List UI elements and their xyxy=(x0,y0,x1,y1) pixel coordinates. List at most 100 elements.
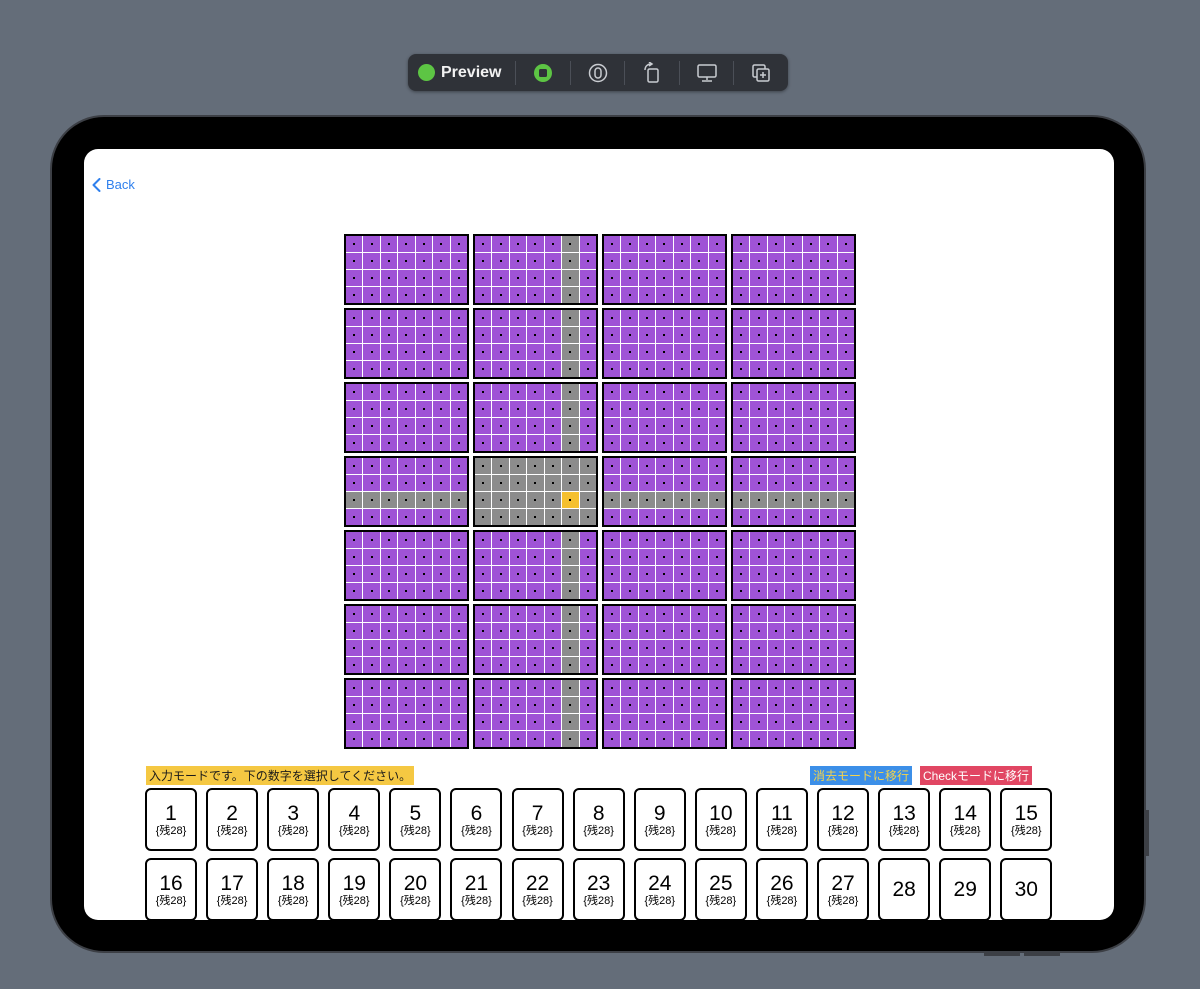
board-cell-related[interactable] xyxy=(785,492,802,508)
board-cell[interactable] xyxy=(837,549,854,565)
board-cell[interactable] xyxy=(708,657,725,673)
board-cell[interactable] xyxy=(673,566,691,582)
board-cell-related[interactable] xyxy=(527,492,544,508)
board-cell[interactable] xyxy=(346,270,363,286)
board-cell[interactable] xyxy=(673,310,691,326)
board-cell[interactable] xyxy=(380,270,398,286)
selectable-mode-button[interactable] xyxy=(571,54,625,91)
board-cell[interactable] xyxy=(380,344,398,360)
board-cell[interactable] xyxy=(380,458,398,474)
board-cell[interactable] xyxy=(785,327,802,343)
board-cell-related[interactable] xyxy=(562,509,579,525)
board-cell[interactable] xyxy=(767,361,785,377)
board-cell[interactable] xyxy=(450,401,467,417)
board-cell[interactable] xyxy=(527,236,544,252)
board-cell[interactable] xyxy=(492,731,509,747)
board-cell[interactable] xyxy=(604,270,621,286)
board-cell[interactable] xyxy=(733,583,750,599)
board-cell[interactable] xyxy=(346,475,363,491)
board-cell[interactable] xyxy=(450,418,467,434)
board-cell[interactable] xyxy=(802,458,820,474)
board-cell[interactable] xyxy=(492,361,509,377)
board-cell[interactable] xyxy=(733,731,750,747)
board-cell[interactable] xyxy=(802,401,820,417)
board-cell[interactable] xyxy=(673,606,691,622)
board-cell[interactable] xyxy=(346,310,363,326)
board-cell[interactable] xyxy=(509,680,527,696)
board-cell[interactable] xyxy=(837,509,854,525)
board-cell[interactable] xyxy=(346,253,363,269)
board-cell[interactable] xyxy=(604,287,621,303)
board-cell[interactable] xyxy=(544,344,562,360)
board-cell[interactable] xyxy=(750,310,767,326)
board-cell[interactable] xyxy=(579,344,596,360)
board-cell[interactable] xyxy=(691,697,708,713)
board-cell-related[interactable] xyxy=(475,458,492,474)
number-key-26[interactable]: 26 {残28} xyxy=(755,858,808,920)
board-cell[interactable] xyxy=(767,310,785,326)
board-cell[interactable] xyxy=(621,344,638,360)
number-key-14[interactable]: 14 {残28} xyxy=(939,788,992,851)
board-cell[interactable] xyxy=(450,327,467,343)
board-cell[interactable] xyxy=(415,731,433,747)
board-cell[interactable] xyxy=(604,327,621,343)
board-cell[interactable] xyxy=(433,475,450,491)
board-cell-related[interactable] xyxy=(562,475,579,491)
board-cell[interactable] xyxy=(579,418,596,434)
board-cell[interactable] xyxy=(638,236,656,252)
board-cell[interactable] xyxy=(363,270,380,286)
board-cell[interactable] xyxy=(475,697,492,713)
board-cell[interactable] xyxy=(802,270,820,286)
live-preview-button[interactable] xyxy=(516,54,570,91)
board-cell[interactable] xyxy=(708,680,725,696)
board-cell[interactable] xyxy=(579,532,596,548)
board-cell[interactable] xyxy=(708,509,725,525)
board-cell[interactable] xyxy=(415,606,433,622)
board-cell[interactable] xyxy=(475,680,492,696)
number-key-27[interactable]: 27 {残28} xyxy=(817,858,870,920)
board-cell-related[interactable] xyxy=(492,475,509,491)
board-cell[interactable] xyxy=(820,384,837,400)
board-cell[interactable] xyxy=(785,253,802,269)
board-cell[interactable] xyxy=(492,640,509,656)
board-cell[interactable] xyxy=(837,532,854,548)
board-cell[interactable] xyxy=(691,475,708,491)
board-cell[interactable] xyxy=(733,435,750,451)
board-cell[interactable] xyxy=(363,401,380,417)
board-cell-related[interactable] xyxy=(527,509,544,525)
board-cell[interactable] xyxy=(544,549,562,565)
board-cell-related[interactable] xyxy=(509,458,527,474)
board-cell[interactable] xyxy=(750,509,767,525)
board-cell[interactable] xyxy=(656,680,673,696)
board-cell[interactable] xyxy=(509,287,527,303)
board-cell[interactable] xyxy=(638,475,656,491)
board-cell[interactable] xyxy=(820,458,837,474)
board-cell[interactable] xyxy=(837,310,854,326)
board-cell[interactable] xyxy=(527,361,544,377)
board-cell[interactable] xyxy=(708,606,725,622)
board-cell[interactable] xyxy=(767,566,785,582)
board-cell[interactable] xyxy=(433,680,450,696)
board-cell[interactable] xyxy=(767,583,785,599)
board-cell[interactable] xyxy=(398,657,415,673)
board-cell[interactable] xyxy=(733,657,750,673)
board-cell[interactable] xyxy=(398,401,415,417)
board-cell[interactable] xyxy=(691,731,708,747)
board-cell-related[interactable] xyxy=(509,475,527,491)
board-cell[interactable] xyxy=(450,509,467,525)
board-cell[interactable] xyxy=(450,435,467,451)
board-cell[interactable] xyxy=(579,566,596,582)
board-cell[interactable] xyxy=(433,606,450,622)
board-cell[interactable] xyxy=(363,714,380,730)
board-cell[interactable] xyxy=(398,697,415,713)
number-key-28[interactable]: 28 xyxy=(878,858,931,920)
board-cell[interactable] xyxy=(380,532,398,548)
board-cell-related[interactable] xyxy=(492,509,509,525)
board-cell[interactable] xyxy=(837,435,854,451)
number-key-21[interactable]: 21 {残28} xyxy=(450,858,503,920)
board-cell[interactable] xyxy=(450,566,467,582)
number-key-4[interactable]: 4 {残28} xyxy=(328,788,381,851)
board-cell[interactable] xyxy=(509,418,527,434)
board-cell[interactable] xyxy=(837,458,854,474)
board-cell[interactable] xyxy=(492,287,509,303)
